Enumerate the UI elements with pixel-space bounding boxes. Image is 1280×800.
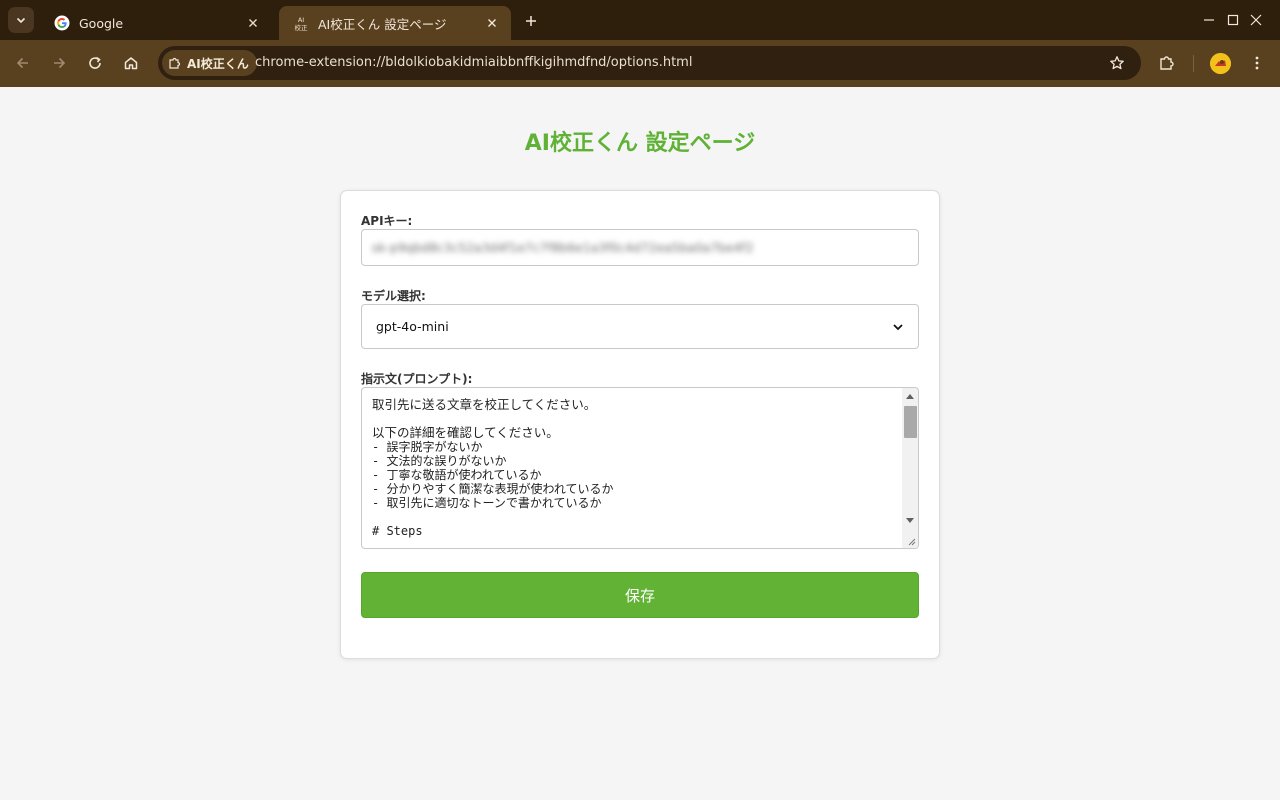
url-text[interactable]: chrome-extension://bldolkiobakidmiaibbnf… (255, 55, 692, 70)
maximize-button[interactable] (1187, 0, 1239, 40)
new-tab-button[interactable] (520, 10, 542, 32)
tab-ai-koseikun-settings[interactable]: AI 校正 AI校正くん 設定ページ (279, 6, 511, 40)
bookmark-star-icon[interactable] (1107, 53, 1127, 73)
scroll-down-icon[interactable] (905, 516, 915, 526)
chevron-down-icon (893, 323, 903, 330)
model-select[interactable]: gpt-4o-mini (361, 304, 919, 349)
chevron-down-icon (16, 17, 26, 24)
tab-title: AI校正くん 設定ページ (318, 16, 447, 32)
prompt-line: - 誤字脱字がないか (372, 440, 483, 454)
prompt-textarea[interactable]: 取引先に送る文章を校正してください。 以下の詳細を確認してください。 - 誤字脱字が… (361, 387, 919, 549)
puzzle-icon (169, 57, 181, 69)
tab-search-button[interactable] (8, 7, 34, 33)
scroll-up-icon[interactable] (905, 391, 915, 401)
api-key-value: sk-p9qbd8c3c52a3d4f1e7c7f8b6e1a3f0c4d72e… (372, 240, 754, 255)
close-icon (1250, 14, 1262, 26)
resize-handle-icon[interactable] (906, 536, 916, 546)
home-button[interactable] (117, 49, 145, 77)
prompt-line: 取引先に送る文章を校正してください。 (372, 397, 597, 412)
home-icon (124, 57, 138, 70)
close-icon[interactable] (483, 14, 501, 32)
prompt-line: # Steps (372, 524, 423, 538)
tab-strip: Google AI 校正 AI校正くん 設定ページ (0, 0, 1280, 40)
textarea-scrollbar[interactable] (902, 388, 918, 548)
back-button[interactable] (9, 49, 37, 77)
reload-button[interactable] (81, 49, 109, 77)
close-window-button[interactable] (1233, 0, 1279, 40)
address-bar[interactable]: AI校正くん chrome-extension://bldolkiobakidm… (158, 46, 1141, 80)
api-key-label: APIキー: (361, 214, 413, 228)
profile-avatar[interactable] (1210, 53, 1231, 74)
settings-card: APIキー: sk-p9qbd8c3c52a3d4f1e7c7f8b6e1a3f… (340, 190, 940, 659)
api-key-input[interactable]: sk-p9qbd8c3c52a3d4f1e7c7f8b6e1a3f0c4d72e… (361, 229, 919, 266)
extension-chip[interactable]: AI校正くん (162, 50, 257, 76)
prompt-line: 以下の詳細を確認してください。 (372, 425, 559, 440)
ai-koseikun-icon: AI 校正 (293, 15, 309, 31)
browser-toolbar: AI校正くん chrome-extension://bldolkiobakidm… (0, 40, 1280, 87)
model-select-value: gpt-4o-mini (376, 319, 449, 334)
menu-button[interactable] (1243, 49, 1271, 77)
svg-text:校正: 校正 (295, 23, 309, 31)
scrollbar-thumb[interactable] (904, 406, 917, 438)
options-page: AI校正くん 設定ページ APIキー: sk-p9qbd8c3c52a3d4f1… (0, 87, 1280, 800)
save-button[interactable]: 保存 (361, 572, 919, 618)
prompt-line (372, 412, 892, 426)
svg-text:AI: AI (298, 16, 304, 24)
google-icon (54, 15, 70, 31)
close-icon[interactable] (244, 14, 262, 32)
prompt-text: 取引先に送る文章を校正してください。 以下の詳細を確認してください。 - 誤字脱字が… (372, 397, 892, 539)
page-title: AI校正くん 設定ページ (524, 131, 756, 156)
model-select-label: モデル選択: (361, 289, 426, 303)
arrow-right-icon (54, 57, 66, 69)
extension-chip-label: AI校正くん (187, 56, 249, 71)
arrow-left-icon (16, 57, 28, 69)
prompt-line: - 取引先に適切なトーンで書かれているか (372, 496, 602, 510)
puzzle-icon (1160, 56, 1174, 70)
extensions-button[interactable] (1153, 49, 1181, 77)
prompt-line: - 文法的な誤りがないか (372, 454, 507, 468)
prompt-line (372, 510, 892, 524)
prompt-label: 指示文(プロンプト): (361, 372, 473, 386)
prompt-line: - 丁寧な敬語が使われているか (372, 468, 542, 482)
reload-icon (89, 56, 101, 69)
tab-title: Google (79, 15, 124, 31)
tab-google[interactable]: Google (40, 6, 272, 40)
avatar-icon (1210, 53, 1231, 74)
forward-button[interactable] (45, 49, 73, 77)
more-vertical-icon (1255, 56, 1259, 70)
prompt-line: - 分かりやすく簡潔な表現が使われているか (372, 482, 614, 496)
plus-icon (526, 16, 536, 26)
toolbar-divider (1193, 55, 1194, 72)
